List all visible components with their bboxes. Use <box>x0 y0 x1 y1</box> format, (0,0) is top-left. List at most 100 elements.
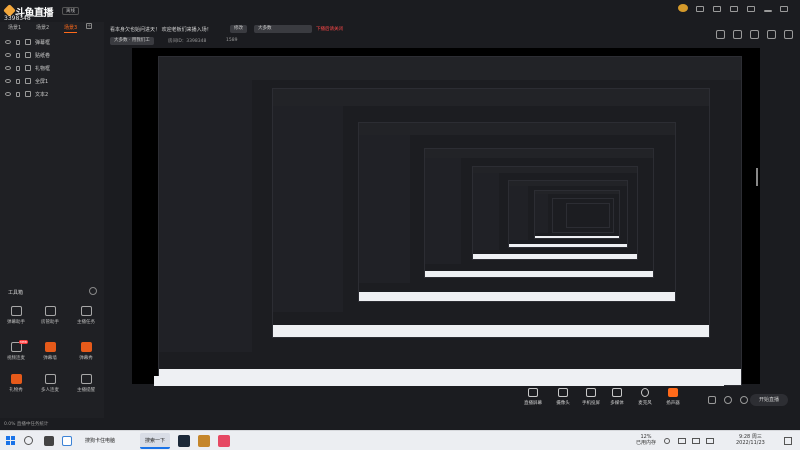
search-icon[interactable] <box>24 436 33 445</box>
clock[interactable]: 9:28 周三 2022/11/23 <box>736 434 765 446</box>
edit-notice-button[interactable]: 修改 <box>230 25 247 33</box>
lock-icon[interactable] <box>16 53 20 58</box>
start-live-button[interactable]: 开始直播 <box>750 394 788 406</box>
tool-label: 视频连麦 <box>7 356 25 361</box>
tool-multi-link[interactable]: 多人连麦 <box>34 374 66 402</box>
category-select[interactable]: 大多数 <box>254 25 312 33</box>
lock-icon[interactable] <box>16 92 20 97</box>
network-icon[interactable] <box>678 438 686 444</box>
tab-scene-1[interactable]: 场景1 <box>8 24 21 31</box>
tool-danmu-wall[interactable]: 弹幕墙 <box>34 342 66 370</box>
multi-link-icon <box>44 374 56 384</box>
source-type-icon <box>25 78 31 84</box>
lock-icon[interactable] <box>733 30 742 39</box>
speaker-button[interactable]: 扬声器 <box>660 388 686 406</box>
tool-danmu-helper[interactable]: 弹幕助手 <box>0 306 32 334</box>
tool-label: 弹幕助手 <box>7 320 25 325</box>
status-bar: 0.0% 直播中任务统计 <box>0 418 800 430</box>
tool-gift-show[interactable]: 礼物秀 <box>0 374 32 402</box>
lock-icon[interactable] <box>16 66 20 71</box>
screen-icon <box>528 388 538 397</box>
skin-icon[interactable] <box>730 6 738 12</box>
tool-label: 多人连麦 <box>41 388 59 393</box>
media-button[interactable]: 多媒体 <box>604 388 630 406</box>
task-view-icon[interactable] <box>44 436 54 446</box>
os-taskbar: 搜狗卡住电脑 搜索一下 12% 已用内存 9:28 周三 2022/11/23 <box>0 430 800 450</box>
preview-taskbar <box>154 376 724 386</box>
room-notice: 看本身欠也始问进天！ 欢迎老板们来播入场！ <box>110 27 212 33</box>
room-id: 3398348 <box>4 15 31 22</box>
preview-icon[interactable] <box>750 30 759 39</box>
record-icon[interactable] <box>708 396 716 404</box>
status-badge: 离线 <box>62 7 79 15</box>
camera-icon <box>558 388 568 397</box>
live-controls: 直播屏幕 摄像头 手机投屏 多媒体 麦克风 扬声器 开始直播 <box>104 386 800 416</box>
steam-icon[interactable] <box>178 435 190 447</box>
tool-admin-helper[interactable]: 房管助手 <box>34 306 66 334</box>
tool-label: 房管助手 <box>41 320 59 325</box>
taskbar-app-browser[interactable]: 搜狗卡住电脑 <box>80 433 120 449</box>
volume-icon[interactable] <box>692 438 700 444</box>
taskbar-app-search[interactable]: 搜索一下 <box>140 433 171 449</box>
live-settings-icon[interactable] <box>740 396 748 404</box>
douyu-icon[interactable] <box>218 435 230 447</box>
eye-icon[interactable] <box>5 92 11 96</box>
tool-anchor-remind[interactable]: 主播提醒 <box>70 374 102 402</box>
tab-scene-3[interactable]: 场景3 <box>64 24 78 33</box>
more-icon[interactable] <box>784 30 793 39</box>
eye-icon[interactable] <box>5 40 11 44</box>
edge-icon[interactable] <box>62 436 72 446</box>
notification-icon[interactable] <box>713 6 721 12</box>
tag-button[interactable]: 大多数 · 用我们工 <box>110 37 154 45</box>
control-label: 扬声器 <box>666 401 680 406</box>
tool-video-link[interactable]: new 视频连麦 <box>0 340 32 370</box>
phone-cast-button[interactable]: 手机投屏 <box>578 388 604 406</box>
source-row[interactable]: 贴纸卷 <box>4 51 100 61</box>
eye-icon[interactable] <box>5 66 11 70</box>
control-label: 麦克风 <box>638 401 652 406</box>
source-row[interactable]: 全屏1 <box>4 77 100 87</box>
camera-button[interactable]: 摄像头 <box>550 388 576 406</box>
windows-start-icon[interactable] <box>6 436 16 446</box>
eye-icon[interactable] <box>5 79 11 83</box>
scrollbar[interactable] <box>756 168 758 186</box>
tray-battery[interactable]: 12% 已用内存 <box>636 434 656 446</box>
close-icon[interactable] <box>780 6 788 12</box>
lock-icon[interactable] <box>16 79 20 84</box>
source-label: 弹幕框 <box>35 40 51 46</box>
ime-icon[interactable] <box>706 438 714 444</box>
source-row[interactable]: 礼物框 <box>4 64 100 74</box>
tab-scene-2[interactable]: 场景2 <box>36 24 49 31</box>
source-row[interactable]: 弹幕框 <box>4 38 100 48</box>
screen-capture-button[interactable]: 直播屏幕 <box>520 388 546 406</box>
live-preview[interactable] <box>132 48 760 386</box>
toolbox-settings-icon[interactable] <box>89 287 97 295</box>
lock-icon[interactable] <box>16 40 20 45</box>
tray-chevron-icon[interactable] <box>664 438 670 444</box>
source-row[interactable]: 文本2 <box>4 90 100 100</box>
avatar[interactable] <box>678 4 688 12</box>
tool-anchor-task[interactable]: 主播任务 <box>70 306 102 334</box>
tool-danmu-show[interactable]: 弹幕秀 <box>70 342 102 370</box>
new-badge: new <box>18 340 28 344</box>
add-scene-icon[interactable]: + <box>86 23 92 29</box>
source-label: 文本2 <box>35 92 49 98</box>
app-icon[interactable] <box>198 435 210 447</box>
layout-icon[interactable] <box>716 30 725 39</box>
room-info-bar: 看本身欠也始问进天！ 欢迎老板们来播入场！ 修改 大多数 下播后请关闭 大多数 … <box>104 22 800 48</box>
room-id-label: 房间ID：3398348 <box>168 39 207 44</box>
warning-text: 下播后请关闭 <box>316 27 343 32</box>
media-icon <box>612 388 622 397</box>
tool-label: 主播任务 <box>77 320 95 325</box>
eye-icon[interactable] <box>5 53 11 57</box>
settings-icon[interactable] <box>767 30 776 39</box>
source-type-icon <box>25 52 31 58</box>
mic-button[interactable]: 麦克风 <box>632 388 658 406</box>
minimize-icon[interactable] <box>764 10 772 12</box>
message-icon[interactable] <box>696 6 704 12</box>
notification-center-icon[interactable] <box>784 437 792 445</box>
menu-icon[interactable] <box>747 6 755 12</box>
hd-icon[interactable] <box>724 396 732 404</box>
tool-label: 弹幕秀 <box>79 356 93 361</box>
danmu-show-icon <box>80 342 92 352</box>
